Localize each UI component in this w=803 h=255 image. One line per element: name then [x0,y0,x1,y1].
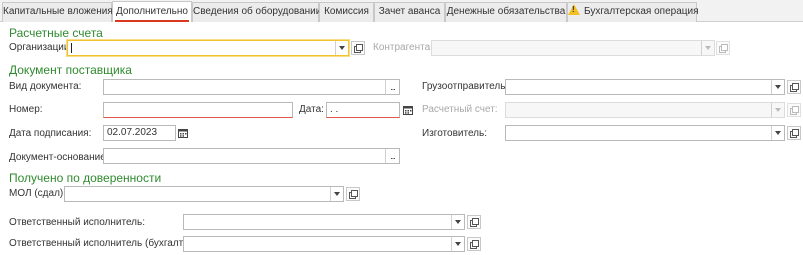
open-window-icon [718,43,728,53]
number-field[interactable] [103,102,293,118]
basis-document-field[interactable]: ... [103,148,400,164]
open-shipper-button[interactable] [787,80,801,94]
dropdown-button[interactable] [771,126,784,140]
settlement-account-label: Расчетный счет: [422,104,498,115]
tab-additional[interactable]: Дополнительно [112,1,192,22]
open-executor-accountant-button[interactable] [467,237,481,251]
sign-date-field[interactable]: 02.07.2023 [103,125,176,141]
open-window-icon [789,105,799,115]
section-title-proxy: Получено по доверенности [9,171,162,185]
date-label: Дата: [299,104,324,115]
tab-label: Дополнительно [116,6,188,17]
calendar-icon [402,106,413,115]
executor-accountant-label: Ответственный исполнитель (бухгалтер): [9,238,201,249]
open-manufacturer-button[interactable] [787,126,801,140]
open-window-icon [469,239,479,249]
tab-advance-offset[interactable]: Зачет аванса [374,2,445,22]
dropdown-button[interactable] [771,103,784,117]
calendar-button[interactable] [176,125,189,141]
chevron-down-icon [775,85,781,89]
chevron-down-icon [334,192,340,196]
tab-capital-investments[interactable]: Капитальные вложения [2,2,113,22]
tab-label: Денежные обязательства [446,6,566,17]
organizations-label: Организации: [9,42,73,53]
tab-accounting-operation[interactable]: Бухгалтерская операция [567,2,699,22]
open-settlement-account-button[interactable] [787,103,801,117]
tab-label: Сведения об оборудовании [193,6,322,17]
executor-label: Ответственный исполнитель: [9,217,146,228]
basis-document-label: Документ-основание: [9,152,109,163]
executor-accountant-field[interactable] [183,236,465,252]
active-tab-indicator [115,20,189,22]
date-field[interactable]: . . [326,102,400,118]
tab-monetary-obligations[interactable]: Денежные обязательства [445,2,567,22]
doc-type-field[interactable]: ... [103,79,400,95]
chevron-down-icon [339,46,345,50]
dropdown-button[interactable] [701,41,714,55]
manufacturer-label: Изготовитель: [422,128,487,139]
chevron-down-icon [705,46,711,50]
mol-label: МОЛ (сдал): [9,188,67,199]
ellipsis-icon[interactable]: ... [385,80,399,94]
sign-date-value: 02.07.2023 [107,127,158,138]
manufacturer-field[interactable] [505,125,785,141]
calendar-icon [177,129,188,138]
tab-equipment-info[interactable]: Сведения об оборудовании [192,2,322,22]
date-value: . . [330,104,339,115]
counterparty-label: Контрагента: [373,42,433,53]
dropdown-button[interactable] [451,237,464,251]
counterparty-field[interactable] [431,40,715,56]
open-window-icon [789,128,799,138]
open-window-icon [348,189,358,199]
dropdown-button[interactable] [771,80,784,94]
shipper-label: Грузоотправитель: [422,81,509,92]
section-title-accounts: Расчетные счета [9,26,103,40]
tab-label: Зачет аванса [378,6,441,17]
chevron-down-icon [775,131,781,135]
mol-field[interactable] [64,186,344,202]
open-window-icon [353,43,363,53]
tab-bar: Капитальные вложения Дополнительно Сведе… [0,0,803,22]
open-window-icon [789,82,799,92]
sign-date-label: Дата подписания: [9,128,92,139]
chevron-down-icon [775,108,781,112]
chevron-down-icon [455,220,461,224]
tab-label: Капитальные вложения [3,6,113,17]
ellipsis-icon[interactable]: ... [385,149,399,163]
dropdown-button[interactable] [451,215,464,229]
section-title-supplier-document: Документ поставщика [9,63,132,77]
dropdown-button[interactable] [335,41,348,55]
chevron-down-icon [455,242,461,246]
open-organizations-button[interactable] [351,41,365,55]
open-mol-button[interactable] [346,187,360,201]
calendar-button[interactable] [401,102,414,118]
shipper-field[interactable] [505,79,785,95]
dropdown-button[interactable] [330,187,343,201]
organizations-field[interactable] [67,40,349,56]
text-cursor [71,43,72,53]
tab-label: Комиссия [324,6,369,17]
open-executor-button[interactable] [467,215,481,229]
open-window-icon [469,217,479,227]
tab-commission[interactable]: Комиссия [319,2,374,22]
settlement-account-field[interactable] [505,102,785,118]
number-label: Номер: [9,104,43,115]
warning-icon [568,4,580,15]
open-counterparty-button[interactable] [716,41,730,55]
doc-type-label: Вид документа: [9,81,82,92]
executor-field[interactable] [183,214,465,230]
tab-label: Бухгалтерская операция [584,6,699,17]
